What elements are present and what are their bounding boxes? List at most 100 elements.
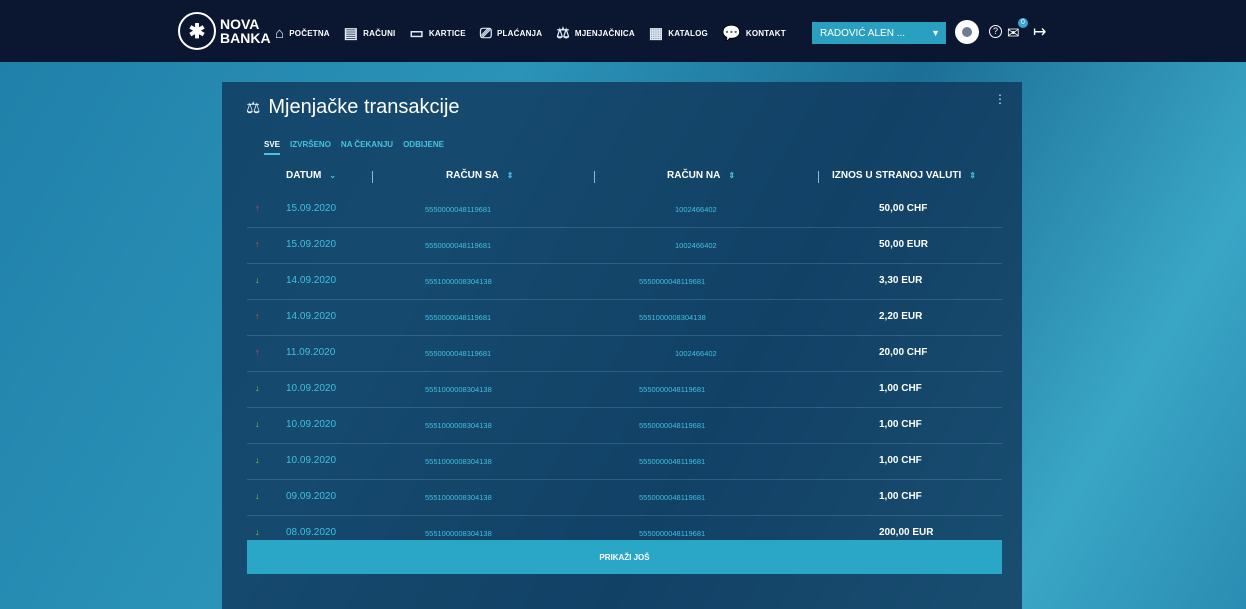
nova-banka-logo[interactable]: ✱ NOVA BANKA (178, 12, 271, 50)
sort-icon: ⇕ (969, 171, 976, 180)
nav-item-payment[interactable]: ⎚ PLAĆANJA (480, 25, 542, 42)
table-row[interactable]: ↓ 10.09.2020 5551000008304138 5550000048119… (247, 372, 1002, 408)
column-header-from-account[interactable]: RAČUN SA ⇕ (446, 170, 513, 181)
tab-0[interactable]: SVE (264, 140, 281, 155)
nav-item-label: POČETNA (289, 28, 330, 38)
foreign-amount: 20,00 CHF (879, 347, 928, 358)
table-row[interactable]: ↑ 15.09.2020 5550000048119681 1002466402 50,… (247, 228, 1002, 264)
tab-2[interactable]: NA ČEKANJU (341, 140, 393, 155)
nav-item-catalog[interactable]: ▦ KATALOG (649, 24, 708, 42)
to-account: 5550000048119681 (639, 493, 706, 502)
accounts-icon: ▤ (343, 25, 359, 42)
from-account: 5551000008304138 (425, 277, 492, 286)
transaction-date: 08.09.2020 (286, 527, 337, 538)
foreign-amount: 1,00 CHF (879, 419, 922, 430)
tab-1[interactable]: IZVRŠENO (290, 140, 331, 155)
exchange-transactions-panel: ⚖ Mjenjačke transakcije ⋮ SVE IZVRŠENO NA … (222, 82, 1022, 609)
sort-icon: ⇕ (506, 171, 514, 180)
nav-item-label: RAČUNI (363, 28, 396, 38)
from-account: 5550000048119681 (425, 313, 492, 322)
table-row[interactable]: ↑ 14.09.2020 5550000048119681 5551000008304… (247, 300, 1002, 336)
transaction-date: 14.09.2020 (286, 311, 337, 322)
logout-icon[interactable]: ↦ (1033, 22, 1046, 42)
arrow-down-icon: ↓ (255, 383, 260, 393)
nav-item-label: KARTICE (428, 28, 466, 38)
nav-item-card[interactable]: ▭ KARTICE (409, 24, 465, 42)
payment-icon: ⎚ (479, 24, 493, 42)
arrow-down-icon: ↓ (255, 419, 260, 429)
page-title-text: Mjenjačke transakcije (268, 96, 460, 118)
transaction-date: 10.09.2020 (286, 383, 337, 394)
arrow-down-icon: ↓ (255, 275, 260, 285)
logo-line-2: BANKA (220, 30, 271, 46)
from-account: 5551000008304138 (425, 493, 492, 502)
nav-item-label: KONTAKT (745, 28, 786, 38)
from-account: 5551000008304138 (425, 385, 492, 394)
chevron-down-icon: ▼ (931, 28, 940, 38)
table-row[interactable]: ↑ 15.09.2020 5550000048119681 1002466402 50,… (247, 192, 1002, 228)
from-account: 5550000048119681 (425, 241, 492, 250)
tab-3[interactable]: ODBIJENE (403, 140, 444, 155)
more-options-icon[interactable]: ⋮ (994, 92, 1006, 106)
transaction-date: 14.09.2020 (286, 275, 337, 286)
from-account: 5551000008304138 (425, 457, 492, 466)
nav-item-exchange[interactable]: ⚖ MJENJAČNICA (556, 24, 635, 42)
user-account-select[interactable]: RADOVIĆ ALEN ... ▼ (812, 22, 946, 44)
show-more-button[interactable]: PRIKAŽI JOŠ (247, 540, 1002, 574)
arrow-up-icon: ↑ (255, 311, 260, 321)
to-account: 1002466402 (675, 349, 717, 358)
to-account: 5550000048119681 (639, 421, 706, 430)
avatar[interactable] (955, 20, 979, 44)
mail-icon[interactable]: ✉ (1007, 24, 1020, 42)
status-tabs: SVE IZVRŠENO NA ČEKANJU ODBIJENE (264, 140, 444, 155)
table-row[interactable]: ↓ 10.09.2020 5551000008304138 5550000048119… (247, 408, 1002, 444)
arrow-down-icon: ↓ (255, 491, 260, 501)
to-account: 1002466402 (675, 241, 717, 250)
table-row[interactable]: ↓ 09.09.2020 5551000008304138 5550000048119… (247, 480, 1002, 516)
to-account: 5550000048119681 (639, 277, 706, 286)
foreign-amount: 1,00 CHF (879, 383, 922, 394)
user-icon (962, 27, 972, 37)
table-row[interactable]: ↓ 10.09.2020 5551000008304138 5550000048119… (247, 444, 1002, 480)
foreign-amount: 1,00 CHF (879, 455, 922, 466)
foreign-amount: 3,30 EUR (879, 275, 923, 286)
to-account: 5550000048119681 (639, 385, 706, 394)
table-row[interactable]: ↑ 11.09.2020 5550000048119681 1002466402 20,… (247, 336, 1002, 372)
table-row[interactable]: ↓ 14.09.2020 5551000008304138 5550000048119… (247, 264, 1002, 300)
catalog-icon: ▦ (648, 25, 664, 42)
sort-icon: ⌄ (329, 171, 337, 180)
arrow-up-icon: ↑ (255, 347, 260, 357)
arrow-down-icon: ↓ (255, 455, 260, 465)
message-count-badge: 0 (1018, 18, 1028, 28)
transactions-table-body: ↑ 15.09.2020 5550000048119681 1002466402 50,… (247, 192, 1002, 552)
foreign-amount: 200,00 EUR (879, 527, 934, 538)
nav-item-label: MJENJAČNICA (574, 28, 635, 38)
from-account: 5551000008304138 (425, 421, 492, 430)
from-account: 5550000048119681 (425, 205, 492, 214)
logo-star-icon: ✱ (178, 12, 216, 50)
to-account: 1002466402 (675, 205, 717, 214)
transaction-date: 15.09.2020 (286, 239, 337, 250)
column-divider (372, 171, 373, 183)
table-header: DATUM ⌄ RAČUN SA ⇕ RAČUN NA ⇕ IZNOS U STRAN… (247, 170, 1002, 186)
nav-item-chat[interactable]: 💬 KONTAKT (722, 24, 786, 42)
column-header-date[interactable]: DATUM ⌄ (286, 170, 336, 181)
foreign-amount: 2,20 EUR (879, 311, 923, 322)
exchange-icon: ⚖ (556, 25, 570, 42)
column-header-to-account[interactable]: RAČUN NA ⇕ (667, 170, 735, 181)
nav-item-home[interactable]: ⌂ POČETNA (275, 25, 330, 42)
from-account: 5551000008304138 (425, 529, 492, 538)
main-nav: ⌂ POČETNA ▤ RAČUNI ▭ KARTICE ⎚ PLAĆANJA ⚖ MJENJAČ… (275, 24, 786, 43)
transaction-date: 11.09.2020 (286, 347, 336, 358)
foreign-amount: 1,00 CHF (879, 491, 922, 502)
page-title: ⚖ Mjenjačke transakcije (246, 96, 460, 119)
nav-item-accounts[interactable]: ▤ RAČUNI (344, 24, 396, 42)
help-icon[interactable]: ? (989, 25, 1002, 38)
to-account: 5550000048119681 (639, 457, 706, 466)
transaction-date: 09.09.2020 (286, 491, 337, 502)
column-header-amount[interactable]: IZNOS U STRANOJ VALUTI ⇕ (832, 170, 976, 181)
column-divider (818, 171, 819, 183)
foreign-amount: 50,00 CHF (879, 203, 928, 214)
exchange-icon: ⚖ (246, 99, 261, 117)
chat-icon: 💬 (721, 25, 741, 42)
